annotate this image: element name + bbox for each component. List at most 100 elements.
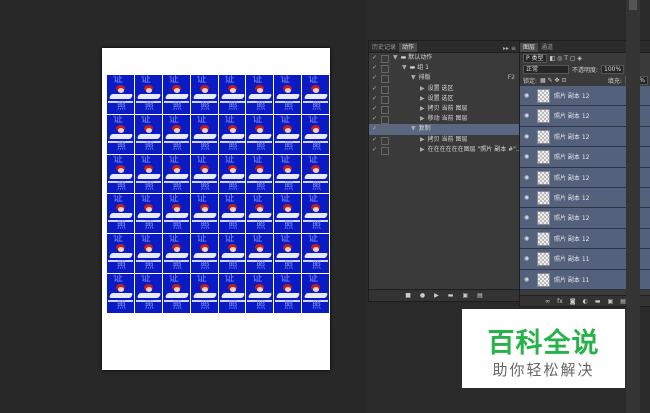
expand-arrow-icon[interactable]: ▶ — [420, 95, 425, 102]
watermark-text: 证 — [140, 194, 151, 205]
check-icon[interactable]: ✓ — [372, 104, 377, 114]
adjustment-icon[interactable]: ◐ — [583, 298, 588, 305]
check-icon[interactable]: ✓ — [372, 63, 377, 73]
watermark-text: 照 — [200, 261, 210, 272]
action-row[interactable]: ✓ ▶ 设置 选区 — [369, 84, 519, 94]
watermark-text: 证 — [280, 154, 291, 165]
action-row[interactable]: ✓ ▼ 排版 F2 — [369, 73, 519, 84]
eye-icon[interactable]: ◉ — [524, 112, 529, 119]
layer-filter-select[interactable]: P 类型 — [523, 54, 547, 63]
play-icon[interactable]: ▶ — [434, 292, 439, 299]
tab-channels[interactable]: 通道 — [538, 43, 556, 52]
id-photo-tile: 证照 — [190, 75, 218, 114]
eye-icon[interactable]: ◉ — [524, 255, 529, 262]
action-row[interactable]: ✓ ▶ 在在在在在在图层 "照片 副本 #"... — [369, 145, 522, 155]
expand-arrow-icon[interactable]: ▶ — [420, 115, 425, 122]
check-icon[interactable]: ✓ — [372, 145, 377, 155]
action-row[interactable]: ✓ ▶ 移动 当前 图层 — [369, 114, 519, 125]
opacity-input[interactable]: 100% — [601, 65, 625, 74]
eye-icon[interactable]: ◉ — [524, 153, 529, 160]
watermark-text: 照 — [144, 102, 154, 112]
watermark-text: 证 — [113, 194, 123, 205]
portrait-face — [173, 167, 180, 173]
delete-icon[interactable]: ▤ — [477, 292, 483, 299]
new-set-icon[interactable]: ▬ — [448, 292, 454, 299]
tab-history[interactable]: 历史记录 — [369, 43, 399, 52]
expand-arrow-icon[interactable]: ▶ — [420, 146, 425, 153]
folder-icon[interactable]: ▬ — [595, 298, 601, 305]
new-layer-icon[interactable]: ▣ — [608, 298, 614, 305]
dialog-toggle-icon[interactable] — [381, 65, 389, 74]
check-icon[interactable]: ✓ — [372, 114, 377, 124]
eye-icon[interactable]: ◉ — [524, 235, 529, 242]
vertical-scrollbar[interactable] — [626, 0, 640, 413]
watermark-text: 证 — [224, 234, 235, 245]
expand-arrow-icon[interactable]: ▼ — [411, 74, 416, 81]
lock-icons[interactable]: ▦ ✎ ✥ ⊡ — [540, 77, 566, 84]
scrollbar-thumb[interactable] — [629, 0, 637, 10]
watermark-text: 证 — [252, 114, 263, 125]
check-icon[interactable]: ✓ — [372, 84, 377, 94]
check-icon[interactable]: ✓ — [372, 135, 377, 145]
watermark-text: 照 — [117, 261, 127, 272]
dialog-toggle-icon[interactable] — [381, 136, 389, 145]
eye-icon[interactable]: ◉ — [524, 214, 529, 221]
portrait-face — [118, 247, 124, 253]
portrait-face — [257, 207, 264, 213]
dialog-toggle-icon[interactable] — [381, 105, 389, 114]
mask-icon[interactable]: ◙ — [570, 298, 576, 305]
watermark-text: 证 — [308, 114, 319, 125]
id-photo-tile: 证照 — [190, 194, 218, 234]
filter-icons[interactable]: ◧ ◎ T ▢ ◈ — [550, 55, 582, 62]
check-icon[interactable]: ✓ — [372, 94, 377, 104]
document-canvas[interactable]: 证照证照证照证照证照证照证照证照证照证照证照证照证照证照证照证照证照证照证照证照… — [102, 48, 330, 370]
action-row[interactable]: ✓ ▶ 拷贝 当前 图层 — [369, 135, 519, 145]
expand-arrow-icon[interactable]: ▼ — [393, 54, 398, 61]
link-icon[interactable]: ∞ — [545, 298, 550, 305]
action-row[interactable]: ✓ ▶ 设置 选区 — [369, 94, 519, 104]
dialog-toggle-icon[interactable] — [381, 55, 389, 63]
record-icon[interactable]: ● — [420, 292, 425, 299]
watermark-text: 照 — [144, 181, 154, 192]
watermark-text: 证 — [280, 194, 291, 205]
fx-icon[interactable]: fx — [557, 298, 563, 305]
dialog-toggle-icon[interactable] — [381, 146, 389, 155]
tab-actions[interactable]: 动作 — [399, 43, 418, 52]
eye-icon[interactable]: ◉ — [524, 194, 529, 201]
eye-icon[interactable]: ◉ — [524, 92, 529, 99]
expand-arrow-icon[interactable]: ▼ — [411, 125, 416, 132]
action-row[interactable]: ✓ ▼ 复制 — [369, 124, 519, 135]
dialog-toggle-icon[interactable] — [381, 116, 389, 125]
id-photo-tile: 证照 — [246, 154, 274, 194]
blend-mode-select[interactable]: 正常 — [523, 65, 569, 74]
action-row[interactable]: ✓ ▶ 拷贝 当前 图层 — [369, 104, 519, 114]
check-icon[interactable]: ✓ — [372, 73, 377, 83]
stop-icon[interactable]: ■ — [405, 292, 411, 299]
portrait-face — [173, 247, 180, 253]
brand-watermark: 百科全说 助你轻松解决 — [462, 309, 625, 388]
expand-arrow-icon[interactable]: ▶ — [420, 105, 425, 112]
action-row[interactable]: ✓ ▼ ▬ 组 1 — [369, 63, 519, 74]
id-photo-tile: 证照 — [162, 194, 190, 234]
eye-icon[interactable]: ◉ — [524, 276, 529, 283]
eye-icon[interactable]: ◉ — [524, 174, 529, 181]
dialog-toggle-icon[interactable] — [381, 95, 389, 104]
watermark-text: 证 — [196, 274, 207, 285]
check-icon[interactable]: ✓ — [372, 53, 377, 63]
new-action-icon[interactable]: ▣ — [462, 292, 468, 299]
photo-grid: 证照证照证照证照证照证照证照证照证照证照证照证照证照证照证照证照证照证照证照证照… — [107, 75, 329, 313]
portrait-face — [118, 88, 124, 93]
id-photo-tile: 证照 — [302, 194, 329, 234]
expand-arrow-icon[interactable]: ▼ — [402, 64, 407, 71]
expand-arrow-icon[interactable]: ▶ — [420, 85, 425, 92]
dialog-toggle-icon[interactable] — [381, 85, 389, 94]
action-row[interactable]: ✓ ▼ ▬ 默认动作 — [369, 53, 519, 63]
check-icon[interactable]: ✓ — [372, 124, 377, 134]
panel-menu-icon[interactable]: ▸▸ ≡ — [503, 45, 519, 52]
expand-arrow-icon[interactable]: ▶ — [420, 136, 425, 143]
id-photo-tile: 证照 — [274, 194, 302, 234]
eye-icon[interactable]: ◉ — [524, 133, 529, 140]
tab-layers[interactable]: 图层 — [520, 43, 539, 52]
dialog-toggle-icon[interactable] — [381, 75, 389, 84]
dialog-toggle-icon[interactable] — [381, 126, 389, 135]
